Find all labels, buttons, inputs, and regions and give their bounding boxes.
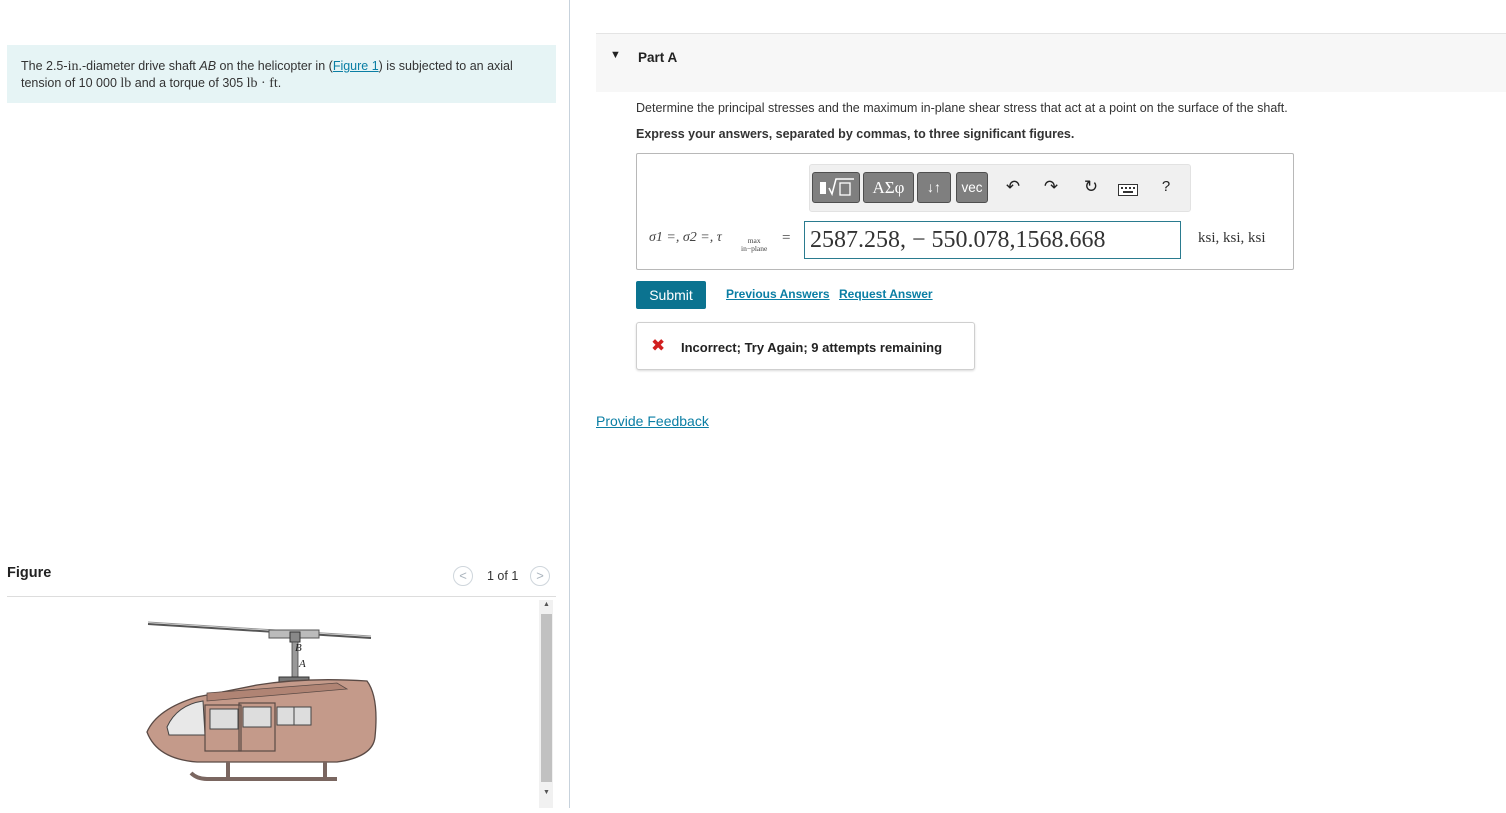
figure-counter: 1 of 1 xyxy=(487,569,519,583)
templates-button[interactable] xyxy=(812,172,860,203)
tau-sub-in-plane: in−plane xyxy=(741,244,768,253)
submit-button[interactable]: Submit xyxy=(636,281,706,309)
problem-text-1: The 2.5- xyxy=(21,59,68,73)
problem-text-5: and a torque of 305 xyxy=(131,76,247,90)
problem-statement: The 2.5-in.-diameter drive shaft AB on t… xyxy=(7,45,556,103)
equals-sign: = xyxy=(782,230,791,246)
label-b: B xyxy=(295,642,302,654)
figure-title: Figure xyxy=(7,565,52,581)
previous-answers-link[interactable]: Previous Answers xyxy=(726,287,830,301)
problem-text-2: -diameter drive shaft xyxy=(81,59,200,73)
keyboard-glyph xyxy=(1118,184,1138,196)
greek-symbols-button[interactable]: ΑΣφ xyxy=(863,172,914,203)
reset-icon[interactable]: ↻ xyxy=(1080,177,1102,197)
tau-subscript: max in−plane xyxy=(741,237,767,253)
equation-label: σ1 =, σ2 =, τ xyxy=(649,230,722,245)
vector-button[interactable]: vec xyxy=(956,172,988,203)
figure-prev-button[interactable]: < xyxy=(453,566,473,586)
answer-input[interactable]: 2587.258, − 550.078,1568.668 xyxy=(804,221,1181,259)
question-text: Determine the principal stresses and the… xyxy=(636,101,1288,115)
undo-icon[interactable]: ↶ xyxy=(1002,177,1024,197)
helicopter-illustration: B A xyxy=(146,621,377,781)
answer-editor: ΑΣφ ↓↑ vec ↶ ↷ ↻ ? σ1 =, σ2 =, τ max in−… xyxy=(636,153,1294,270)
shaft-name: AB xyxy=(199,59,217,73)
collapse-caret-icon[interactable]: ▼ xyxy=(610,49,621,61)
figure-scrollbar-thumb[interactable] xyxy=(541,614,552,782)
scroll-down-icon[interactable]: ▼ xyxy=(541,789,552,796)
incorrect-x-icon: ✖ xyxy=(651,336,666,355)
part-a-header[interactable]: ▼ Part A xyxy=(596,33,1506,92)
instruction-text: Express your answers, separated by comma… xyxy=(636,127,1075,141)
label-a: A xyxy=(298,658,306,670)
provide-feedback-link[interactable]: Provide Feedback xyxy=(596,413,709,429)
templates-icon xyxy=(820,178,854,197)
help-button[interactable]: ? xyxy=(1155,178,1177,195)
keyboard-icon[interactable] xyxy=(1117,181,1139,201)
scroll-up-icon[interactable]: ▲ xyxy=(541,601,552,608)
unit-lb: lb xyxy=(120,76,132,91)
math-toolbar: ΑΣφ ↓↑ vec ↶ ↷ ↻ ? xyxy=(809,164,1191,212)
redo-icon[interactable]: ↷ xyxy=(1040,177,1062,197)
problem-text-3: on the helicopter in ( xyxy=(216,59,333,73)
request-answer-link[interactable]: Request Answer xyxy=(839,287,933,301)
answer-units: ksi, ksi, ksi xyxy=(1198,230,1266,246)
feedback-text: Incorrect; Try Again; 9 attempts remaini… xyxy=(681,340,943,355)
figure-link[interactable]: Figure 1 xyxy=(333,59,379,73)
figure-header: Figure < 1 of 1 > xyxy=(7,562,556,597)
arrows-button[interactable]: ↓↑ xyxy=(917,172,951,203)
figure-image: B A xyxy=(7,597,556,808)
column-divider xyxy=(569,0,570,808)
figure-next-button[interactable]: > xyxy=(530,566,550,586)
unit-lb-ft: lb · ft xyxy=(246,76,278,91)
part-title: Part A xyxy=(638,50,678,65)
problem-text-6: . xyxy=(277,76,282,90)
unit-inch: in. xyxy=(67,59,82,74)
feedback-message: ✖ Incorrect; Try Again; 9 attempts remai… xyxy=(636,322,975,370)
